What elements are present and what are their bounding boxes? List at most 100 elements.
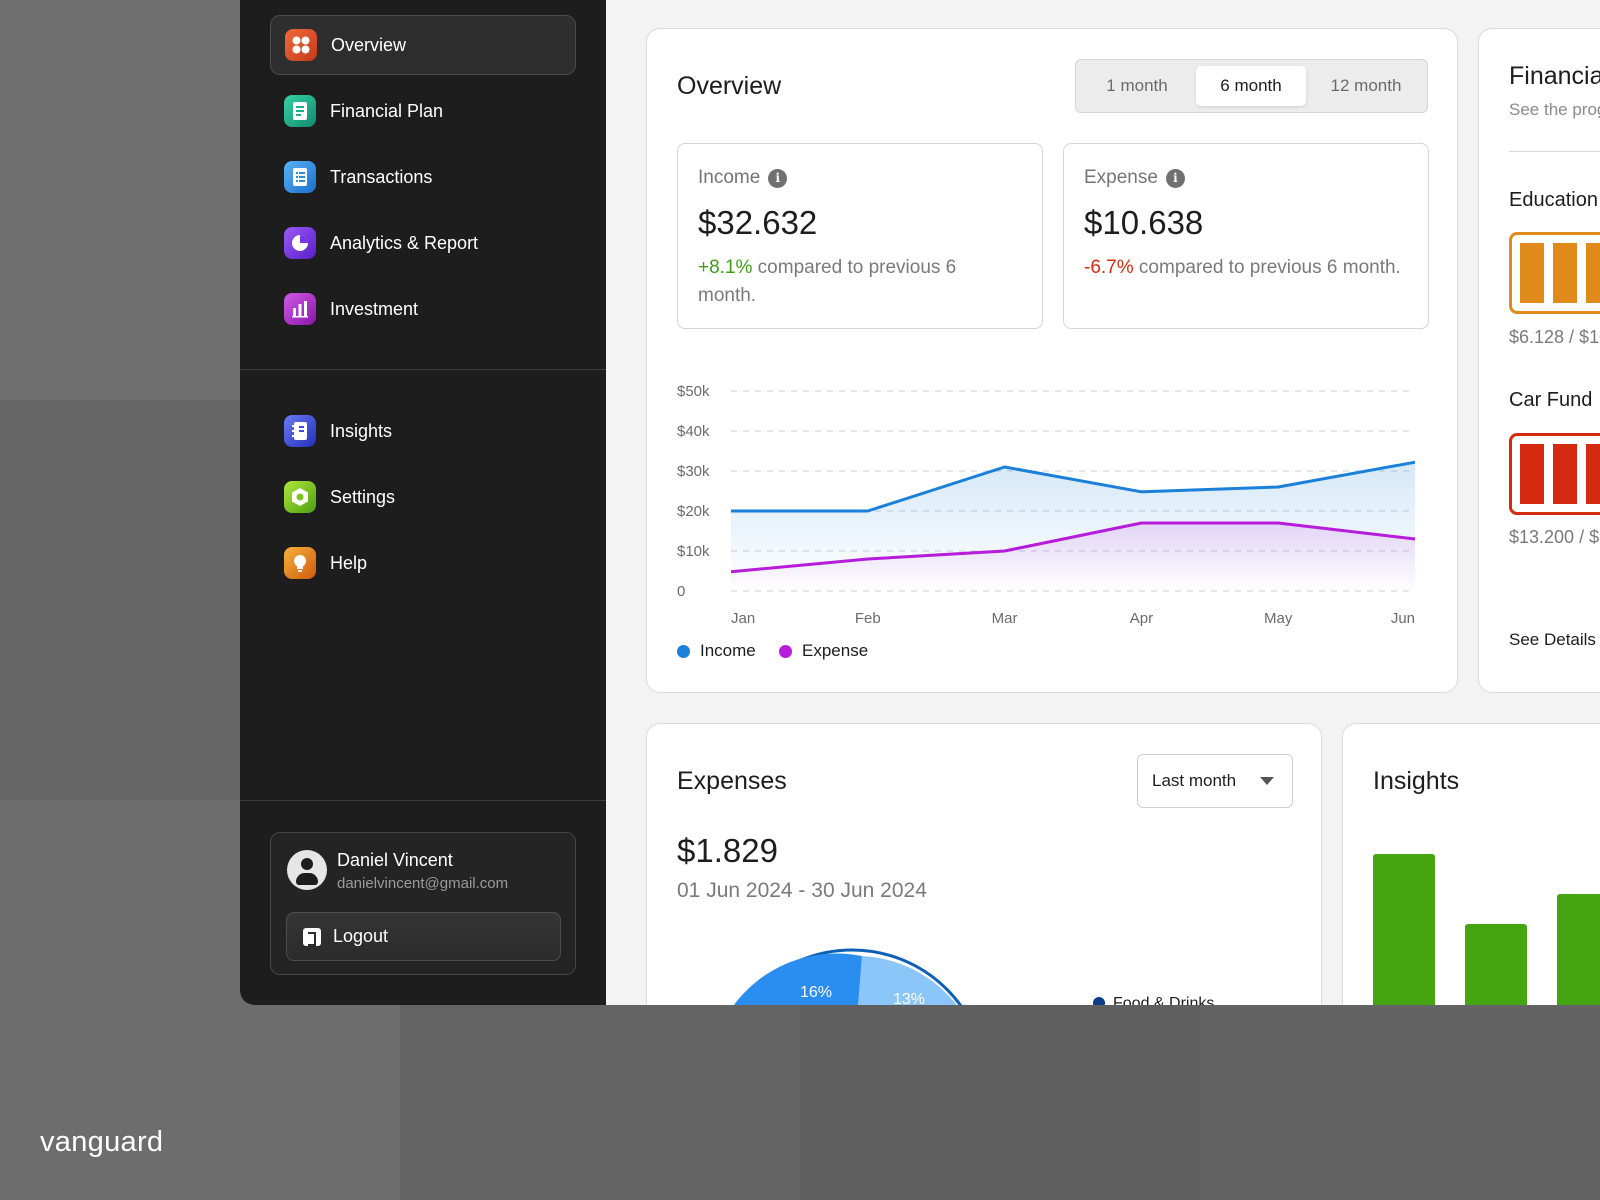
sidebar-item-label: Help: [330, 552, 368, 573]
y-tick-label: $50k: [677, 383, 710, 400]
x-tick-label: May: [1264, 610, 1293, 627]
expense-label: Expense: [1084, 167, 1158, 188]
sidebar-item-settings[interactable]: Settings: [270, 467, 576, 527]
sidebar-item-help[interactable]: Help: [270, 533, 576, 593]
sidebar-item-investment[interactable]: Investment: [270, 279, 576, 339]
sidebar-item-label: Insights: [330, 420, 393, 441]
y-tick-label: $20k: [677, 503, 710, 520]
legend-income: Income: [677, 641, 756, 661]
financial-plan-title: Financial Plan: [1509, 62, 1600, 90]
expense-compare-text: compared to previous 6 month.: [1133, 257, 1401, 278]
x-tick-label: Feb: [855, 610, 881, 627]
period-6-month-button[interactable]: 6 month: [1196, 66, 1306, 106]
brand-logo-text: vanguard: [40, 1126, 164, 1158]
overview-icon: [285, 29, 317, 61]
user-name: Daniel Vincent: [337, 850, 453, 870]
x-tick-label: Mar: [992, 610, 1018, 627]
period-selector: 1 month 6 month 12 month: [1075, 59, 1428, 113]
y-tick-label: $30k: [677, 463, 710, 480]
insights-bar: [1373, 854, 1435, 1005]
expense-label-row: Expense i: [1084, 167, 1185, 189]
income-change: +8.1%: [698, 257, 753, 278]
expenses-amount: $1.829: [677, 832, 778, 869]
info-icon[interactable]: i: [1165, 168, 1185, 188]
goal-progress-bar: [1509, 232, 1600, 314]
insights-card: Insights: [1342, 723, 1600, 1005]
sidebar-item-label: Settings: [330, 486, 396, 507]
background-tile: [1200, 1000, 1600, 1200]
legend-dot: [1093, 997, 1105, 1005]
user-card: Daniel Vincent danielvincent@gmail.com L…: [270, 832, 576, 975]
y-tick-label: $10k: [677, 543, 710, 560]
chevron-down-icon: [1260, 777, 1274, 785]
income-stat-box: Income i $32.632 +8.1% compared to previ…: [677, 143, 1043, 329]
financial-plan-card: Financial Plan See the progress of your …: [1478, 28, 1600, 693]
legend-dot: [677, 644, 690, 658]
transactions-icon: [284, 161, 316, 193]
x-tick-label: Apr: [1130, 610, 1153, 627]
sidebar: Overview Financial Plan Transactions Ana…: [240, 0, 606, 1005]
sidebar-item-analytics[interactable]: Analytics & Report: [270, 213, 576, 273]
income-label: Income: [698, 167, 761, 188]
expenses-pie-chart: 16% 13% Food & Drinks: [733, 948, 1214, 1005]
goal-progress-bar: [1509, 433, 1600, 515]
divider: [1509, 151, 1600, 152]
period-12-month-button[interactable]: 12 month: [1310, 66, 1422, 106]
legend-label: Income: [700, 641, 756, 660]
expenses-date-range: 01 Jun 2024 - 30 Jun 2024: [677, 879, 927, 902]
pie-slice: [733, 953, 862, 1005]
income-change-text: +8.1% compared to previous 6 month.: [698, 254, 1018, 310]
overview-title: Overview: [677, 72, 782, 100]
overview-card: Overview 1 month 6 month 12 month Income…: [646, 28, 1458, 693]
logout-button[interactable]: Logout: [286, 912, 561, 961]
expenses-card: Expenses Last month $1.829 01 Jun 2024 -…: [646, 723, 1322, 1005]
sidebar-item-financial-plan[interactable]: Financial Plan: [270, 81, 576, 141]
settings-icon: [284, 481, 316, 513]
expense-change-text: -6.7% compared to previous 6 month.: [1084, 254, 1404, 282]
progress-segment: [1586, 444, 1600, 504]
period-dropdown[interactable]: Last month: [1137, 754, 1293, 808]
expense-change: -6.7%: [1084, 257, 1134, 278]
legend-label: Expense: [802, 641, 869, 660]
user-email: danielvincent@gmail.com: [337, 875, 509, 892]
info-icon[interactable]: i: [768, 168, 788, 188]
sidebar-item-label: Investment: [330, 298, 419, 319]
income-label-row: Income i: [698, 167, 788, 189]
background-tile: [800, 1000, 1200, 1200]
progress-segment: [1520, 243, 1544, 303]
financial-plan-subtitle: See the progress of your financial plan: [1509, 100, 1600, 119]
sidebar-divider: [240, 369, 606, 370]
sidebar-item-overview[interactable]: Overview: [270, 15, 576, 75]
expense-value: $10.638: [1084, 204, 1204, 241]
investment-icon: [284, 293, 316, 325]
insights-icon: [284, 415, 316, 447]
legend-expense: Expense: [779, 641, 868, 661]
sidebar-item-label: Analytics & Report: [330, 232, 479, 253]
main-content: Overview 1 month 6 month 12 month Income…: [606, 0, 1600, 1005]
insights-bar: [1465, 924, 1527, 1005]
financial-plan-icon: [284, 95, 316, 127]
progress-segment: [1553, 243, 1577, 303]
goal-amount: $6.128 / $10.000: [1509, 327, 1600, 347]
y-tick-label: 0: [677, 583, 685, 600]
pie-label: 16%: [800, 984, 832, 1001]
expense-stat-box: Expense i $10.638 -6.7% compared to prev…: [1063, 143, 1429, 329]
see-details-link[interactable]: See Details: [1509, 630, 1596, 650]
background-tile: [400, 1000, 800, 1200]
period-1-month-button[interactable]: 1 month: [1082, 66, 1192, 106]
goal-name: Education: [1509, 189, 1598, 211]
sidebar-item-insights[interactable]: Insights: [270, 401, 576, 461]
avatar[interactable]: [287, 850, 327, 890]
y-tick-label: $40k: [677, 423, 710, 440]
app-window: Overview Financial Plan Transactions Ana…: [240, 0, 1600, 1005]
progress-segment: [1586, 243, 1600, 303]
overview-chart: $50k $40k $30k $20k $10k 0 Jan Feb Mar Apr May Jun: [677, 383, 1416, 627]
pie-label: 13%: [893, 991, 925, 1005]
logout-icon: [303, 927, 321, 946]
sidebar-item-transactions[interactable]: Transactions: [270, 147, 576, 207]
legend-label: Food & Drinks: [1113, 995, 1214, 1005]
sidebar-item-label: Transactions: [330, 166, 433, 187]
x-tick-label: Jun: [1391, 610, 1415, 627]
x-tick-label: Jan: [731, 610, 755, 627]
progress-segment: [1520, 444, 1544, 504]
